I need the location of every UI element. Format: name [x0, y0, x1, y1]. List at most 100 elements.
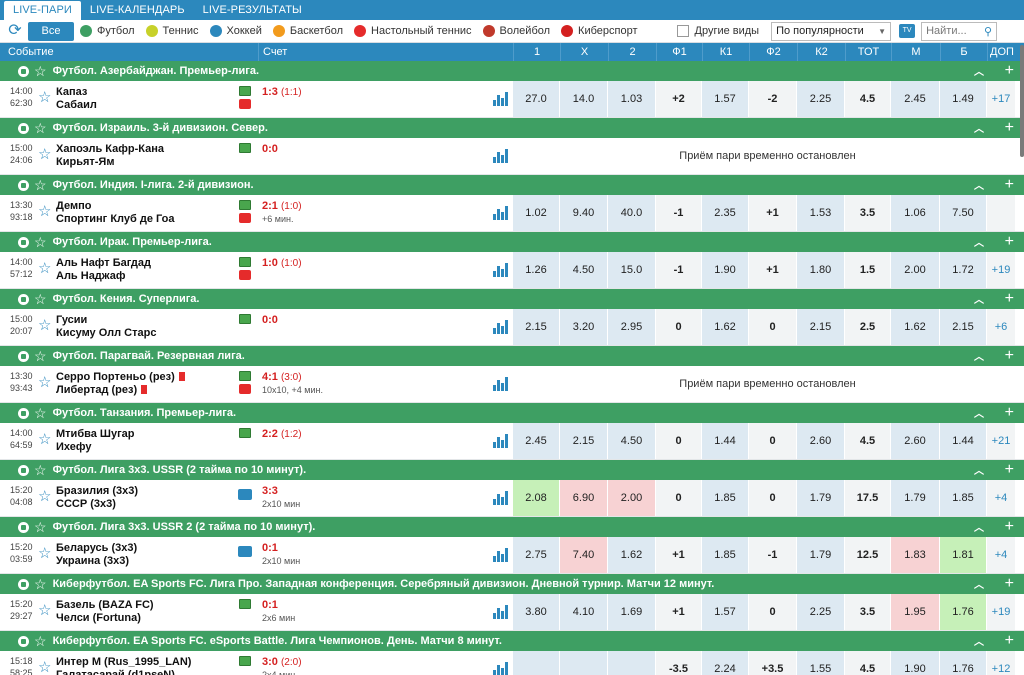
more-markets-link[interactable]: [986, 195, 1015, 231]
column-header[interactable]: 1: [513, 43, 560, 61]
chevron-up-icon[interactable]: ︿: [974, 120, 984, 135]
match-teams[interactable]: Мтибва Шугар Ихефу: [56, 423, 232, 459]
odds-cell[interactable]: 9.40: [559, 195, 607, 231]
more-markets-link[interactable]: +19: [986, 594, 1015, 630]
stats-chart-icon[interactable]: [488, 309, 512, 345]
odds-cell[interactable]: 1.69: [607, 594, 655, 630]
tab-live-bets[interactable]: LIVE-ПАРИ: [4, 1, 81, 20]
field-stats-icon[interactable]: [239, 86, 251, 96]
odds-cell[interactable]: 1.06: [890, 195, 939, 231]
match-teams[interactable]: Хапоэль Кафр-Кана Кирьят-Ям: [56, 138, 232, 174]
chevron-up-icon[interactable]: ︿: [974, 348, 984, 363]
field-stats-icon[interactable]: [239, 257, 251, 267]
odds-cell[interactable]: 2.15: [939, 309, 986, 345]
chevron-up-icon[interactable]: ︿: [974, 633, 984, 648]
odds-cell[interactable]: 1.85: [701, 480, 748, 516]
video-icon[interactable]: [239, 99, 251, 109]
sport-filter-table-tennis[interactable]: Настольный теннис: [354, 25, 472, 37]
match-teams[interactable]: Гусии Кисуму Олл Старс: [56, 309, 232, 345]
stats-chart-icon[interactable]: [488, 252, 512, 288]
more-markets-link[interactable]: +4: [986, 537, 1015, 573]
stats-chart-icon[interactable]: [488, 423, 512, 459]
tv-broadcast-icon[interactable]: [238, 489, 252, 500]
league-header[interactable]: ☆ Киберфутбол. EA Sports FC. Лига Про. За…: [0, 574, 1024, 594]
stats-chart-icon[interactable]: [488, 537, 512, 573]
column-header[interactable]: Ф2: [749, 43, 797, 61]
plus-icon[interactable]: +: [1005, 118, 1014, 138]
match-teams[interactable]: Демпо Спортинг Клуб де Гоа: [56, 195, 232, 231]
odds-cell[interactable]: 4.5: [844, 423, 890, 459]
odds-cell[interactable]: [559, 651, 607, 675]
odds-cell[interactable]: 2.25: [796, 81, 844, 117]
field-stats-icon[interactable]: [239, 200, 251, 210]
other-sports-checkbox[interactable]: Другие виды: [676, 25, 759, 37]
sport-filter-basketball[interactable]: Баскетбол: [272, 25, 343, 37]
match-teams[interactable]: Интер М (Rus_1995_LAN) Галатасарай (d1pse…: [56, 651, 232, 675]
stats-chart-icon[interactable]: [488, 480, 512, 516]
favorite-star-icon[interactable]: ☆: [38, 138, 56, 174]
odds-cell[interactable]: 1.44: [701, 423, 748, 459]
odds-cell[interactable]: 1.72: [939, 252, 986, 288]
odds-cell[interactable]: 1.02: [512, 195, 559, 231]
more-markets-link[interactable]: +21: [986, 423, 1015, 459]
odds-cell[interactable]: 1.53: [796, 195, 844, 231]
league-header[interactable]: ☆ Футбол. Азербайджан. Премьер-лига. ︿ +: [0, 61, 1024, 81]
odds-cell[interactable]: 1.62: [890, 309, 939, 345]
odds-cell[interactable]: 1.76: [939, 651, 986, 675]
odds-cell[interactable]: 6.90: [559, 480, 607, 516]
odds-cell[interactable]: +1: [748, 195, 796, 231]
field-stats-icon[interactable]: [239, 599, 251, 609]
all-sports-button[interactable]: Все: [28, 21, 74, 41]
odds-cell[interactable]: 1.57: [701, 81, 748, 117]
odds-cell[interactable]: 40.0: [607, 195, 655, 231]
favorite-star-icon[interactable]: ☆: [38, 480, 56, 516]
league-header[interactable]: ☆ Футбол. Лига 3x3. USSR (2 тайма по 10 м…: [0, 460, 1024, 480]
favorite-star-icon[interactable]: ☆: [38, 594, 56, 630]
odds-cell[interactable]: 2.45: [890, 81, 939, 117]
favorite-star-icon[interactable]: ☆: [38, 366, 56, 402]
sort-select[interactable]: По популярности ▼: [771, 21, 892, 41]
odds-cell[interactable]: 2.00: [890, 252, 939, 288]
odds-cell[interactable]: 2.08: [512, 480, 559, 516]
odds-cell[interactable]: -1: [655, 252, 701, 288]
column-header[interactable]: ТОТ: [845, 43, 891, 61]
field-stats-icon[interactable]: [239, 428, 251, 438]
chevron-up-icon[interactable]: ︿: [974, 519, 984, 534]
column-header[interactable]: ДОП: [987, 43, 1016, 61]
tab-live-results[interactable]: LIVE-РЕЗУЛЬТАТЫ: [194, 1, 311, 20]
chevron-up-icon[interactable]: ︿: [974, 576, 984, 591]
odds-cell[interactable]: 1.57: [701, 594, 748, 630]
chevron-up-icon[interactable]: ︿: [974, 177, 984, 192]
stats-chart-icon[interactable]: [488, 195, 512, 231]
match-teams[interactable]: Капаз Сабаил: [56, 81, 232, 117]
stats-chart-icon[interactable]: [488, 594, 512, 630]
league-header[interactable]: ☆ Футбол. Лига 3x3. USSR 2 (2 тайма по 10…: [0, 517, 1024, 537]
column-header[interactable]: К2: [797, 43, 845, 61]
field-stats-icon[interactable]: [239, 314, 251, 324]
favorite-star-icon[interactable]: ☆: [38, 81, 56, 117]
favorite-star-icon[interactable]: ☆: [38, 252, 56, 288]
favorite-star-icon[interactable]: ☆: [34, 634, 47, 648]
checkbox-icon[interactable]: [676, 25, 689, 37]
stats-chart-icon[interactable]: [488, 81, 512, 117]
match-teams[interactable]: Базель (BAZA FC) Челси (Fortuna): [56, 594, 232, 630]
odds-cell[interactable]: -3.5: [655, 651, 701, 675]
favorite-star-icon[interactable]: ☆: [38, 537, 56, 573]
odds-cell[interactable]: 17.5: [844, 480, 890, 516]
odds-cell[interactable]: 1.03: [607, 81, 655, 117]
odds-cell[interactable]: 1.81: [939, 537, 986, 573]
search-icon[interactable]: ⚲: [984, 24, 992, 41]
odds-cell[interactable]: 2.25: [796, 594, 844, 630]
odds-cell[interactable]: 2.00: [607, 480, 655, 516]
field-stats-icon[interactable]: [239, 656, 251, 666]
odds-cell[interactable]: 2.15: [512, 309, 559, 345]
favorite-star-icon[interactable]: ☆: [34, 349, 47, 363]
odds-cell[interactable]: 1.79: [890, 480, 939, 516]
tv-broadcast-icon[interactable]: [238, 546, 252, 557]
column-header[interactable]: М: [891, 43, 940, 61]
odds-cell[interactable]: 2.5: [844, 309, 890, 345]
more-markets-link[interactable]: +4: [986, 480, 1015, 516]
odds-cell[interactable]: +2: [655, 81, 701, 117]
odds-cell[interactable]: 0: [748, 423, 796, 459]
odds-cell[interactable]: 2.45: [512, 423, 559, 459]
